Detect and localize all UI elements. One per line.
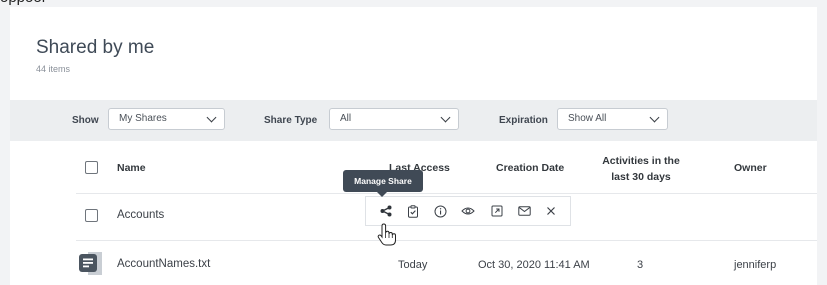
expiration-label: Expiration bbox=[499, 115, 548, 126]
row-checkbox[interactable] bbox=[85, 209, 98, 222]
column-header-creation-date[interactable]: Creation Date bbox=[496, 162, 564, 174]
show-select[interactable]: My Shares bbox=[108, 108, 225, 130]
select-all-checkbox[interactable] bbox=[85, 161, 98, 174]
eye-icon[interactable] bbox=[461, 204, 475, 218]
document-icon bbox=[76, 250, 104, 277]
row-divider bbox=[76, 240, 817, 241]
manage-share-tooltip: Manage Share bbox=[343, 170, 423, 197]
shares-card: Shared by me 44 items Show My Shares Sha… bbox=[10, 7, 817, 285]
column-header-name[interactable]: Name bbox=[117, 162, 146, 174]
clipped-top-text: oppoor bbox=[0, 0, 827, 7]
share-type-select-value: All bbox=[340, 113, 352, 124]
tooltip-arrow bbox=[377, 192, 387, 197]
row-owner: jenniferp bbox=[734, 259, 777, 271]
column-header-owner[interactable]: Owner bbox=[734, 162, 767, 174]
share-type-label: Share Type bbox=[264, 115, 318, 126]
tooltip-text: Manage Share bbox=[354, 176, 412, 186]
row-activities: 3 bbox=[637, 259, 644, 271]
expiration-select-value: Show All bbox=[568, 113, 607, 124]
share-type-select[interactable]: All bbox=[329, 108, 459, 130]
chevron-down-icon bbox=[206, 112, 217, 123]
header-divider bbox=[76, 193, 817, 194]
column-header-activities-line1: Activities in the bbox=[602, 155, 680, 167]
chevron-down-icon bbox=[649, 112, 660, 123]
filter-bar: Show My Shares Share Type All Expiration… bbox=[10, 100, 817, 141]
chevron-down-icon bbox=[440, 112, 451, 123]
row-last-access: Today bbox=[398, 259, 428, 271]
clipboard-check-icon[interactable] bbox=[406, 204, 420, 218]
column-header-activities-line2: last 30 days bbox=[611, 171, 671, 183]
mail-icon[interactable] bbox=[517, 204, 531, 218]
external-link-icon[interactable] bbox=[490, 204, 504, 218]
hand-cursor-icon bbox=[376, 222, 398, 248]
show-select-value: My Shares bbox=[119, 113, 167, 124]
row-name[interactable]: AccountNames.txt bbox=[117, 258, 210, 270]
show-label: Show bbox=[72, 115, 99, 126]
row-name[interactable]: Accounts bbox=[117, 209, 164, 221]
page-title: Shared by me bbox=[36, 37, 155, 58]
share-icon[interactable] bbox=[379, 204, 393, 218]
column-header-activities[interactable]: Activities in the last 30 days bbox=[588, 153, 694, 185]
info-icon[interactable] bbox=[433, 204, 447, 218]
row-creation-date: Oct 30, 2020 11:41 AM bbox=[478, 259, 590, 271]
expiration-select[interactable]: Show All bbox=[557, 108, 668, 130]
close-icon[interactable] bbox=[544, 204, 558, 218]
item-count: 44 items bbox=[36, 64, 71, 74]
